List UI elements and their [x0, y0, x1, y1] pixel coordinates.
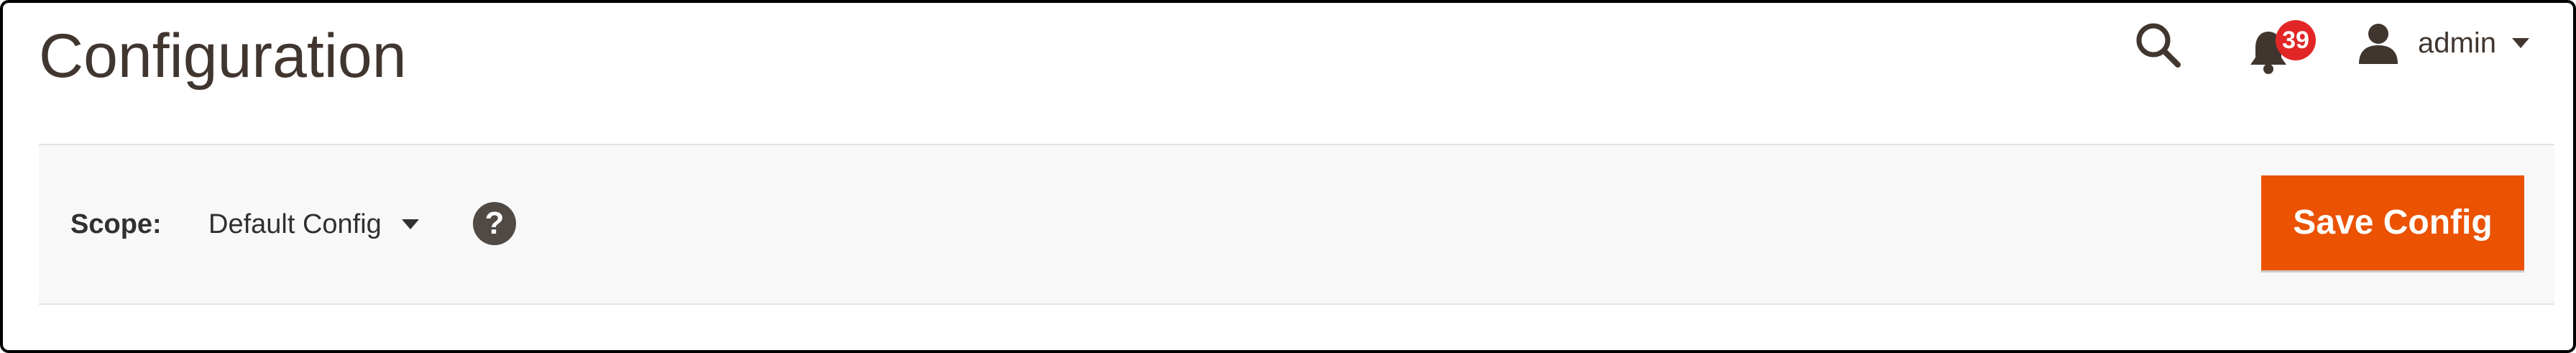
help-icon[interactable]: ? — [473, 202, 516, 245]
save-config-button[interactable]: Save Config — [2261, 175, 2524, 270]
user-menu[interactable]: admin — [2358, 20, 2529, 66]
user-icon — [2359, 24, 2398, 64]
page-title: Configuration — [39, 22, 407, 91]
scope-label: Scope: — [70, 209, 162, 239]
chevron-down-icon — [2511, 38, 2529, 48]
user-name: admin — [2418, 27, 2496, 59]
notification-count-badge: 39 — [2276, 20, 2316, 60]
scope-switcher[interactable]: Default Config — [208, 204, 419, 244]
chevron-down-icon — [401, 219, 419, 229]
search-icon — [2136, 23, 2181, 68]
notifications-button[interactable]: 39 — [2242, 20, 2322, 74]
app-window: Configuration 39 admin Scope: Default Co… — [0, 0, 2576, 353]
scope-toolbar: Scope: Default Config ? Save Config — [39, 144, 2554, 305]
scope-value: Default Config — [208, 209, 382, 239]
search-button[interactable] — [2132, 19, 2184, 70]
